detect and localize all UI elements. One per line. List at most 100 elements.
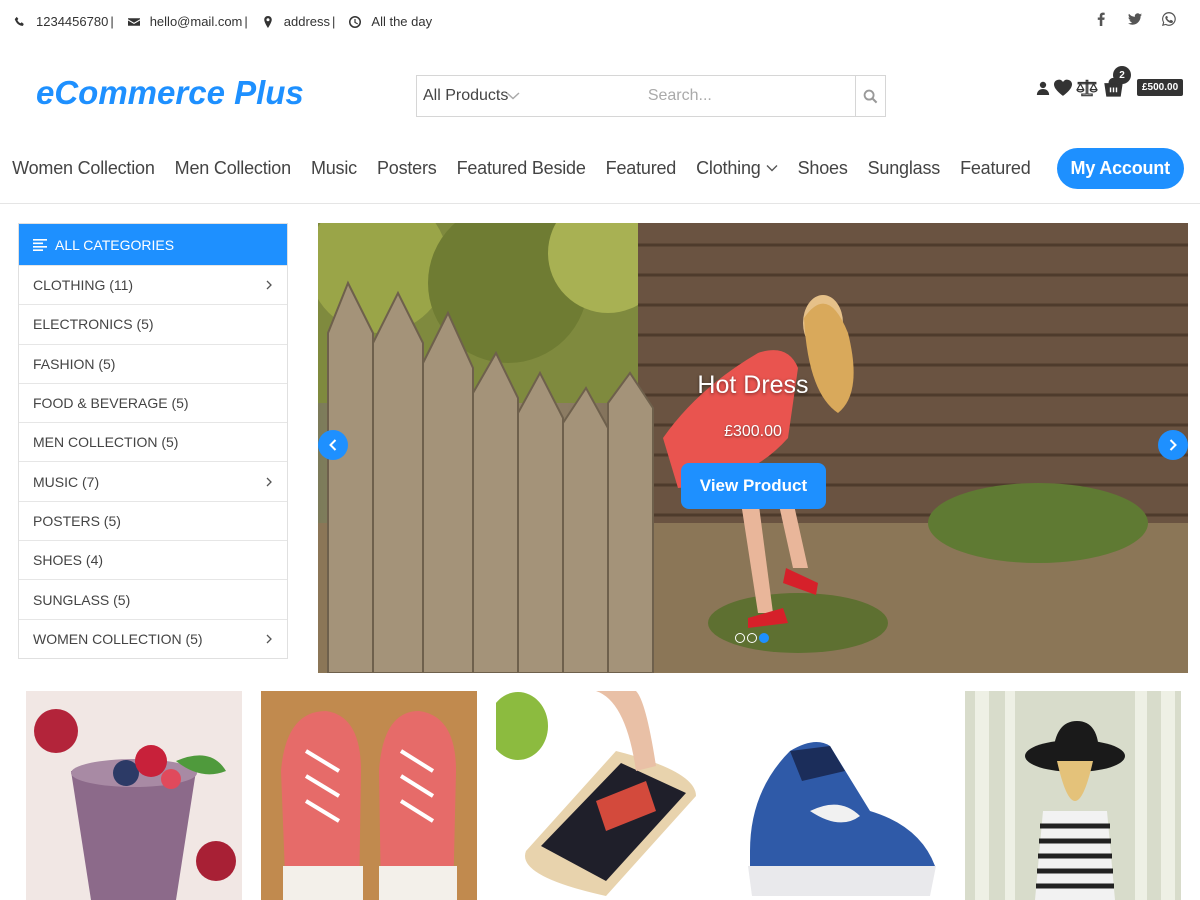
social-links: [1094, 12, 1176, 26]
slider-dot-1[interactable]: [735, 633, 745, 643]
category-label: WOMEN COLLECTION (5): [33, 630, 203, 647]
heart-icon: [1054, 79, 1072, 96]
view-product-button[interactable]: View Product: [681, 463, 826, 509]
email-contact[interactable]: hello@mail.com |: [127, 14, 256, 29]
search-category-select[interactable]: All Products: [417, 76, 528, 116]
nav-item-clothing[interactable]: Clothing: [696, 157, 778, 179]
nav-item-featured-2[interactable]: Featured: [960, 158, 1031, 179]
nav-item-posters[interactable]: Posters: [377, 158, 437, 179]
phone-icon: [14, 16, 24, 26]
separator: |: [244, 14, 248, 29]
category-label: SHOES (4): [33, 552, 104, 569]
address-text: address: [283, 14, 331, 29]
category-sidebar: ALL CATEGORIES CLOTHING (11) ELECTRONICS…: [18, 223, 288, 659]
smartphone-image: [496, 691, 712, 900]
nav-item-men-collection[interactable]: Men Collection: [175, 158, 291, 179]
balance-scale-icon: [1076, 79, 1098, 96]
separator: |: [110, 14, 114, 29]
chevron-down-icon: [766, 165, 778, 172]
category-posters[interactable]: POSTERS (5): [19, 500, 287, 540]
running-shoe-image: [730, 691, 946, 900]
product-search: All Products: [416, 75, 886, 117]
search-input[interactable]: [527, 76, 855, 116]
header-actions: 2: [1036, 66, 1131, 97]
hours-text: All the day: [371, 14, 433, 29]
search-button[interactable]: [854, 76, 885, 116]
wishlist-link[interactable]: [1054, 79, 1072, 97]
facebook-link[interactable]: [1094, 12, 1108, 26]
chevron-left-icon: [329, 439, 337, 451]
category-label: FASHION (5): [33, 355, 116, 372]
hero-image: [318, 223, 1188, 673]
twitter-link[interactable]: [1128, 12, 1142, 26]
nav-item-sunglass[interactable]: Sunglass: [868, 158, 941, 179]
category-sunglass[interactable]: SUNGLASS (5): [19, 579, 287, 618]
search-icon: [863, 89, 878, 103]
category-label: SUNGLASS (5): [33, 591, 131, 608]
product-thumb-hat-woman[interactable]: [965, 691, 1181, 900]
slide-title: Hot Dress: [697, 371, 809, 399]
category-clothing[interactable]: CLOTHING (11): [19, 265, 287, 304]
nav-item-music[interactable]: Music: [311, 158, 357, 179]
envelope-icon: [127, 17, 140, 26]
email-text: hello@mail.com: [149, 14, 243, 29]
phone-contact[interactable]: 1234456780 |: [14, 14, 122, 29]
facebook-icon: [1097, 12, 1105, 26]
slider-pagination: [735, 633, 769, 643]
main-nav: Women Collection Men Collection Music Po…: [0, 145, 1200, 191]
category-music[interactable]: MUSIC (7): [19, 461, 287, 500]
slider-dot-3[interactable]: [759, 633, 769, 643]
chevron-right-icon: [266, 280, 272, 290]
category-label: POSTERS (5): [33, 512, 121, 529]
hours-contact: All the day: [349, 14, 432, 29]
slider-next-button[interactable]: [1158, 430, 1188, 460]
account-link[interactable]: [1036, 80, 1050, 96]
list-icon: [33, 238, 47, 251]
category-fashion[interactable]: FASHION (5): [19, 343, 287, 383]
category-label: CLOTHING (11): [33, 277, 134, 294]
separator: |: [332, 14, 336, 29]
header-divider: [0, 203, 1200, 204]
nav-item-women-collection[interactable]: Women Collection: [12, 158, 155, 179]
product-thumb-running-shoe[interactable]: [730, 691, 946, 900]
category-label: FOOD & BEVERAGE (5): [33, 395, 189, 412]
slider-dot-2[interactable]: [747, 633, 757, 643]
search-category-value: All Products: [423, 87, 509, 104]
user-icon: [1036, 81, 1050, 95]
smoothie-image: [26, 691, 242, 900]
nav-item-featured-beside[interactable]: Featured Beside: [457, 158, 586, 179]
category-electronics[interactable]: ELECTRONICS (5): [19, 304, 287, 343]
chevron-right-icon: [266, 634, 272, 644]
cart-total[interactable]: £500.00: [1137, 79, 1184, 96]
site-logo[interactable]: eCommerce Plus: [36, 74, 304, 112]
category-shoes[interactable]: SHOES (4): [19, 540, 287, 579]
pink-sneakers-image: [261, 691, 477, 900]
clock-icon: [349, 15, 362, 28]
nav-item-shoes[interactable]: Shoes: [798, 158, 848, 179]
all-categories-label: ALL CATEGORIES: [55, 236, 175, 253]
cart-count-badge: 2: [1113, 66, 1131, 84]
chevron-right-icon: [1169, 439, 1177, 451]
product-thumb-phone[interactable]: [496, 691, 712, 900]
phone-text: 1234456780: [36, 14, 109, 29]
category-women-collection[interactable]: WOMEN COLLECTION (5): [19, 618, 287, 658]
compare-link[interactable]: [1076, 79, 1098, 97]
product-thumb-smoothie[interactable]: [26, 691, 242, 900]
nav-item-featured[interactable]: Featured: [606, 158, 677, 179]
slider-prev-button[interactable]: [318, 430, 348, 460]
map-marker-icon: [264, 15, 272, 28]
twitter-icon: [1128, 13, 1142, 25]
my-account-button[interactable]: My Account: [1056, 147, 1184, 189]
whatsapp-link[interactable]: [1162, 12, 1176, 26]
chevron-down-icon: [506, 92, 520, 100]
cart-link[interactable]: 2: [1104, 66, 1131, 97]
all-categories-header[interactable]: ALL CATEGORIES: [19, 224, 287, 265]
category-label: MEN COLLECTION (5): [33, 434, 179, 451]
category-food-beverage[interactable]: FOOD & BEVERAGE (5): [19, 382, 287, 422]
product-thumb-sneakers[interactable]: [261, 691, 477, 900]
category-label: ELECTRONICS (5): [33, 316, 154, 333]
hero-slider: Hot Dress £300.00 View Product: [318, 223, 1188, 673]
address-contact[interactable]: address |: [262, 14, 344, 29]
category-men-collection[interactable]: MEN COLLECTION (5): [19, 422, 287, 461]
nav-item-clothing-label: Clothing: [696, 157, 761, 178]
